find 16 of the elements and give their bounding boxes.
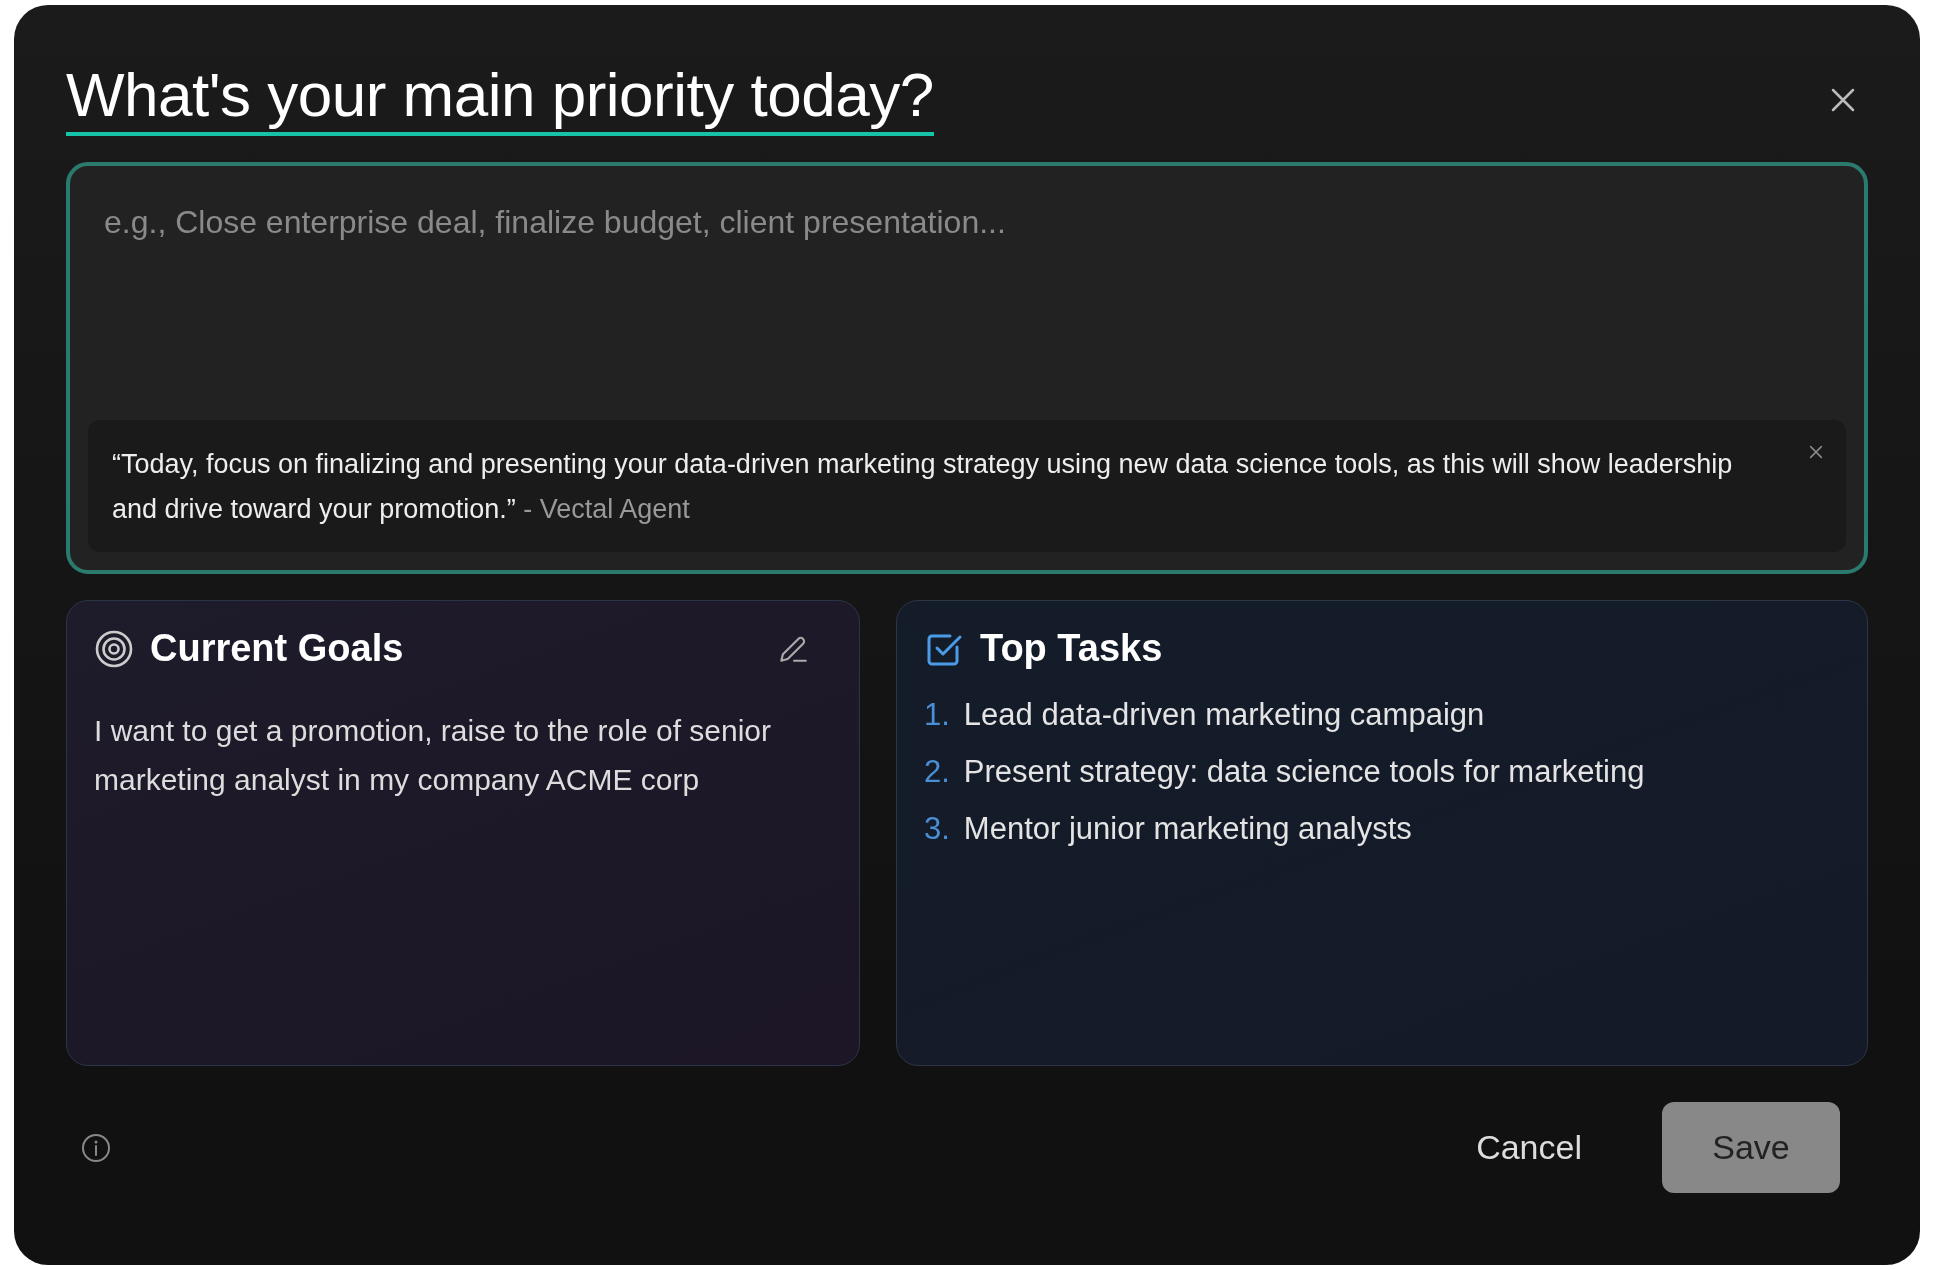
task-number: 1. bbox=[924, 696, 950, 735]
dialog-title: What's your main priority today? bbox=[66, 59, 934, 137]
task-text: Mentor junior marketing analysts bbox=[963, 810, 1412, 849]
card-title: Top Tasks bbox=[980, 627, 1164, 671]
goal-text: I want to get a promotion, raise to the role of senior marketing analyst in my company ACME corp bbox=[94, 713, 773, 799]
suggestion-quote: “Today, focus on finalizing and presenting your data-driven marketing strategy using new data science tools, as this will show leadership and drive toward your promotion.” - Vectal Agent bbox=[112, 448, 1734, 527]
info-icon[interactable] bbox=[80, 1131, 112, 1164]
task-text: Present strategy: data science tools for marketing bbox=[963, 753, 1645, 792]
target-icon bbox=[94, 628, 134, 669]
task-number: 2. bbox=[924, 753, 950, 792]
card-title: Current Goals bbox=[150, 627, 405, 671]
dismiss-icon[interactable] bbox=[1808, 444, 1824, 461]
task-number: 3. bbox=[924, 810, 950, 849]
cancel-button[interactable]: Cancel bbox=[1436, 1102, 1622, 1193]
task-text: Lead data-driven marketing campaign bbox=[963, 696, 1485, 735]
priority-field[interactable]: e.g., Close enterprise deal, finalize budget, client presentation... “Today, focus on finalizing and presenting your data-driven marketing strategy using new data science tools, as this will show leadership and drive toward your promotion.” - Vectal Agent bbox=[66, 162, 1868, 575]
